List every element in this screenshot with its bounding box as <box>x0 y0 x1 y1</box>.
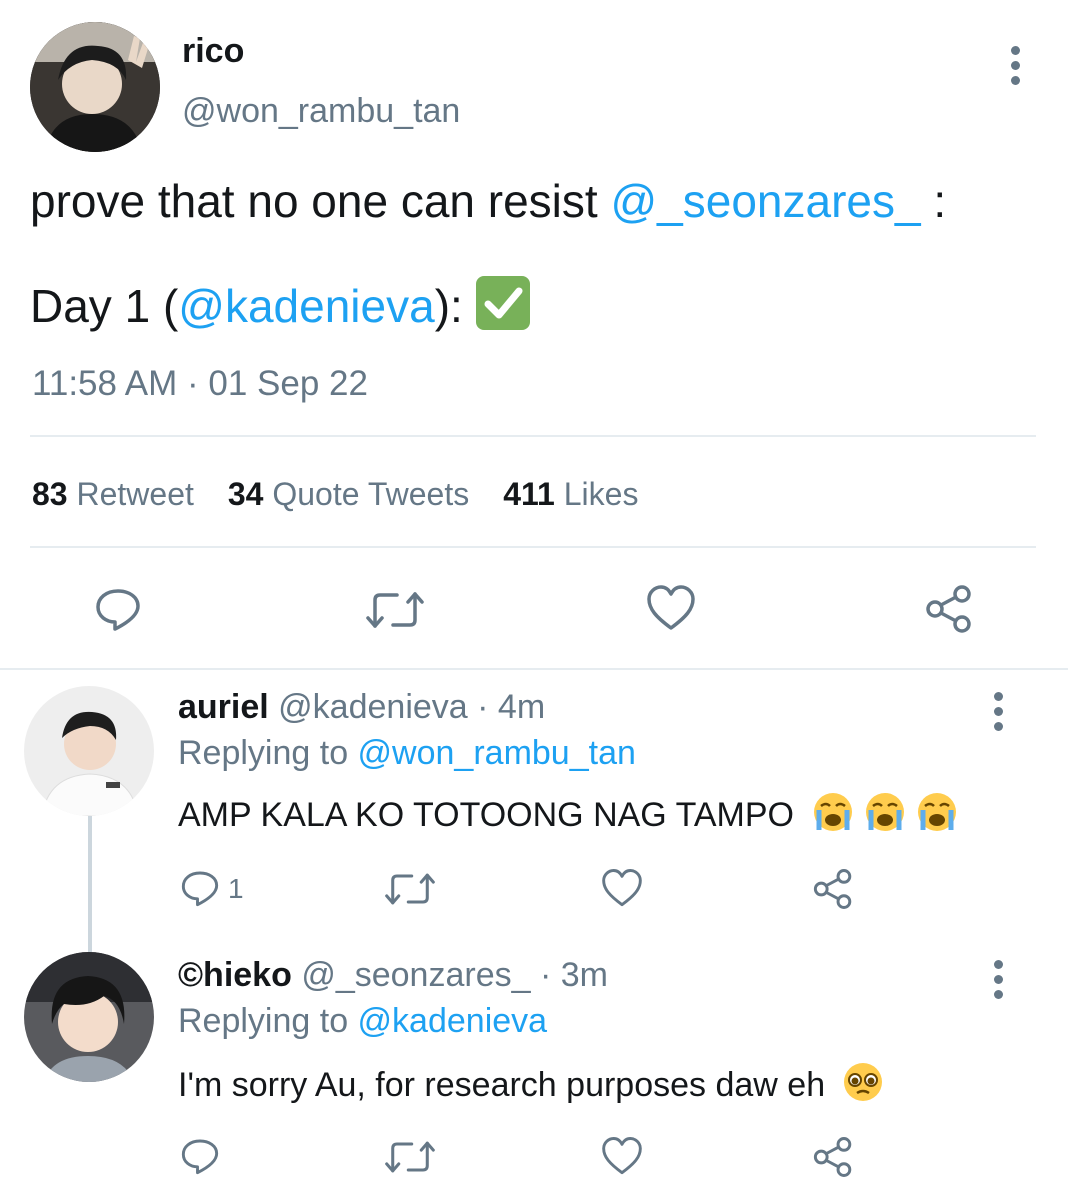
reply-header: auriel @kadenieva · 4m <box>178 688 545 727</box>
reply-time[interactable]: · 3m <box>540 956 608 994</box>
likes-label: Likes <box>563 476 639 512</box>
replying-to-mention[interactable]: @won_rambu_tan <box>358 734 636 772</box>
mention-link[interactable]: @kadenieva <box>178 280 434 332</box>
heart-icon[interactable] <box>646 584 696 632</box>
reply-display-name[interactable]: ©hieko <box>178 956 292 994</box>
reply-text-body: I'm sorry Au, for research purposes daw … <box>178 1066 826 1104</box>
replying-to: Replying to @won_rambu_tan <box>178 734 636 773</box>
share-icon[interactable] <box>924 584 974 634</box>
reply-text: AMP KALA KO TOTOONG NAG TAMPO <box>178 792 959 835</box>
quote-label: Quote Tweets <box>272 476 470 512</box>
retweet-stat[interactable]: 83 Retweet <box>32 476 194 512</box>
heart-icon[interactable] <box>601 1136 643 1176</box>
author-display-name[interactable]: rico <box>182 32 244 71</box>
likes-stat[interactable]: 411 Likes <box>503 476 638 512</box>
tweet-stats: 83 Retweet 34 Quote Tweets 411 Likes <box>32 476 638 513</box>
reply-count: 1 <box>228 873 244 904</box>
reply-handle[interactable]: @kadenieva <box>278 688 468 726</box>
retweet-count: 83 <box>32 476 68 512</box>
tweet-text-line-1: prove that no one can resist @_seonzares… <box>30 174 946 228</box>
more-options-icon[interactable] <box>1009 46 1021 85</box>
reply-icon[interactable] <box>180 1136 220 1176</box>
tweet-text-suffix: : <box>920 175 947 227</box>
reply-text-body: AMP KALA KO TOTOONG NAG TAMPO <box>178 796 794 834</box>
reply-header: ©hieko @_seonzares_ · 3m <box>178 956 608 995</box>
tweet-text-line-2: Day 1 (@kadenieva): <box>30 276 530 333</box>
divider <box>0 668 1068 670</box>
pleading-face-emoji <box>841 1062 885 1111</box>
retweet-icon[interactable] <box>384 1138 436 1176</box>
replying-to-label: Replying to <box>178 734 358 772</box>
reply-time[interactable]: · 4m <box>477 688 545 726</box>
avatar-auriel[interactable] <box>24 686 154 816</box>
avatar-hieko[interactable] <box>24 952 154 1082</box>
retweet-icon[interactable] <box>365 588 425 632</box>
replying-to-label: Replying to <box>178 1002 358 1040</box>
check-mark-emoji <box>475 276 530 330</box>
tweet-timestamp[interactable]: 11:58 AM · 01 Sep 22 <box>32 364 368 404</box>
more-options-icon[interactable] <box>992 960 1004 999</box>
quote-count: 34 <box>227 476 264 512</box>
replying-to: Replying to @kadenieva <box>178 1002 547 1041</box>
retweet-label: Retweet <box>76 476 194 512</box>
divider <box>30 546 1036 548</box>
reply-handle[interactable]: @_seonzares_ <box>301 956 530 994</box>
likes-count: 411 <box>503 476 555 512</box>
tweet-text-prefix: prove that no one can resist <box>30 175 611 227</box>
share-icon[interactable] <box>812 1136 854 1178</box>
heart-icon[interactable] <box>601 868 643 908</box>
tweet-text-line2-suffix: ): <box>434 280 476 332</box>
crying-face-emoji <box>811 792 959 832</box>
reply-icon[interactable] <box>180 868 220 908</box>
share-icon[interactable] <box>812 868 854 910</box>
avatar-rico[interactable] <box>30 22 160 152</box>
tweet-text-line2-prefix: Day 1 ( <box>30 280 179 332</box>
reply-display-name[interactable]: auriel <box>178 688 269 726</box>
quote-stat[interactable]: 34 Quote Tweets <box>228 476 469 512</box>
divider <box>30 435 1036 437</box>
author-handle[interactable]: @won_rambu_tan <box>182 92 460 131</box>
mention-link[interactable]: @_seonzares_ <box>610 175 920 227</box>
thread-connector-line <box>88 816 92 952</box>
reply-text: I'm sorry Au, for research purposes daw … <box>178 1062 885 1111</box>
reply-icon[interactable] <box>94 585 142 633</box>
replying-to-mention[interactable]: @kadenieva <box>358 1002 548 1040</box>
retweet-icon[interactable] <box>384 870 436 908</box>
more-options-icon[interactable] <box>992 692 1004 731</box>
